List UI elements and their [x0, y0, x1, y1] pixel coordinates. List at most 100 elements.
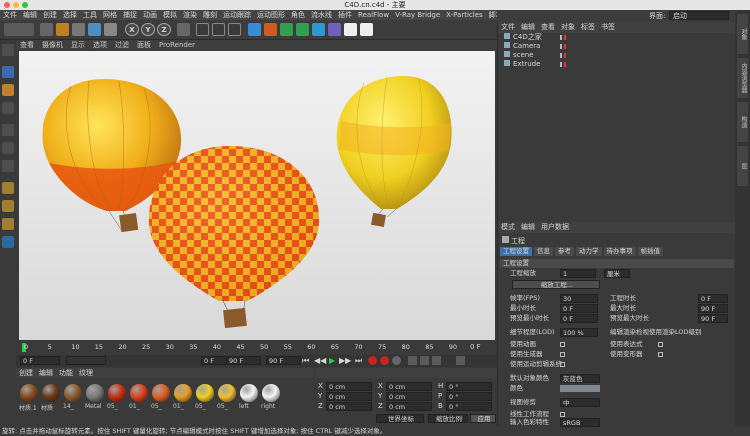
material-swatch[interactable] — [86, 384, 104, 402]
material-menu-item[interactable]: 编辑 — [36, 368, 56, 378]
workplane-icon[interactable] — [2, 102, 14, 114]
side-tab[interactable]: 内容浏览器 — [737, 58, 748, 98]
viewport-menu-item[interactable]: ProRender — [155, 40, 199, 50]
menu-item[interactable]: 工具 — [80, 10, 100, 20]
coord-value-field[interactable]: 0 cm — [326, 402, 372, 411]
attribute-tab[interactable]: 待办事项 — [603, 247, 636, 256]
max-time-field[interactable]: 90 F — [698, 304, 728, 313]
use-expressions-checkbox[interactable] — [658, 342, 663, 347]
lod-field[interactable]: 100 % — [560, 328, 598, 337]
minimize-window-icon[interactable] — [13, 2, 19, 8]
attribute-tab[interactable]: 信息 — [534, 247, 553, 256]
menu-item[interactable]: 模拟 — [160, 10, 180, 20]
scale-tool-icon[interactable] — [72, 23, 85, 36]
keyframe-selection-icon[interactable] — [392, 356, 401, 365]
timeline-ruler[interactable]: 0 F 0 5 10 15 20 25 30 35 40 45 50 55 60 65 70 75 80 85 90 — [16, 341, 497, 355]
move-tool-icon[interactable] — [56, 23, 69, 36]
make-editable-icon[interactable] — [2, 44, 14, 56]
coord-value-field[interactable]: 0 cm — [386, 382, 432, 391]
floor-object-icon[interactable] — [328, 23, 341, 36]
object-menu-item[interactable]: 查看 — [538, 22, 558, 33]
preview-end-field[interactable]: 90 F — [266, 356, 301, 365]
rotation-key-icon[interactable] — [420, 356, 429, 365]
light-object-icon[interactable] — [360, 23, 373, 36]
scale-key-icon[interactable] — [432, 356, 441, 365]
use-deformers-checkbox[interactable] — [658, 352, 663, 357]
visibility-dots-icon[interactable] — [560, 44, 566, 49]
use-generators-checkbox[interactable] — [560, 352, 565, 357]
coord-mode-select[interactable]: 世界坐标 — [376, 414, 424, 423]
object-menu-item[interactable]: 对象 — [558, 22, 578, 33]
use-motion-system-checkbox[interactable] — [560, 362, 565, 367]
fps-field[interactable]: 30 — [560, 294, 598, 303]
viewport-menu-item[interactable]: 查看 — [16, 40, 38, 50]
view-clip-select[interactable]: 中 — [560, 398, 600, 407]
coord-apply-button[interactable]: 应用 — [470, 414, 496, 423]
bend-deformer-icon[interactable] — [312, 23, 325, 36]
y-axis-button[interactable]: Y — [141, 23, 155, 36]
side-tab[interactable]: 对象 — [737, 14, 748, 54]
material-swatch[interactable] — [240, 384, 258, 402]
visibility-dots-icon[interactable] — [560, 35, 566, 40]
viewport-menu-item[interactable]: 过滤 — [111, 40, 133, 50]
cube-object-icon[interactable] — [248, 23, 261, 36]
attribute-menu-item[interactable]: 模式 — [498, 222, 518, 233]
undo-redo-icon[interactable] — [4, 23, 34, 36]
menu-item[interactable]: 选择 — [60, 10, 80, 20]
object-menu-item[interactable]: 文件 — [498, 22, 518, 33]
next-key-icon[interactable]: ▶▶ — [339, 356, 351, 365]
close-window-icon[interactable] — [4, 2, 10, 8]
rotate-tool-icon[interactable] — [88, 23, 101, 36]
menu-item[interactable]: X-Particles — [443, 10, 485, 20]
coord-scale-select[interactable]: 缩放比例 — [428, 414, 468, 423]
attribute-menu-item[interactable]: 编辑 — [518, 222, 538, 233]
viewport-menu-item[interactable]: 摄像机 — [38, 40, 67, 50]
object-menu-item[interactable]: 标签 — [578, 22, 598, 33]
end-frame-field[interactable]: 90 F — [226, 356, 261, 365]
record-icon[interactable] — [368, 356, 377, 365]
attribute-tab[interactable]: 参考 — [555, 247, 574, 256]
use-animation-checkbox[interactable] — [560, 342, 565, 347]
material-swatch[interactable] — [20, 384, 38, 402]
zoom-window-icon[interactable] — [22, 2, 28, 8]
material-menu-item[interactable]: 纹理 — [76, 368, 96, 378]
current-frame-field[interactable]: 0 F — [20, 356, 60, 365]
texture-mode-icon[interactable] — [2, 84, 14, 96]
render-settings-icon[interactable] — [228, 23, 241, 36]
material-swatch[interactable] — [42, 384, 60, 402]
min-time-field[interactable]: 0 F — [560, 304, 598, 313]
visibility-dots-icon[interactable] — [560, 62, 566, 67]
polygons-mode-icon[interactable] — [2, 160, 14, 172]
input-color-select[interactable]: sRGB — [560, 418, 600, 427]
menu-item[interactable]: V-Ray Bridge — [392, 10, 443, 20]
viewport-menu-item[interactable]: 面板 — [133, 40, 155, 50]
coord-value-field[interactable]: 0 ° — [446, 382, 492, 391]
recent-tool-icon[interactable] — [104, 23, 117, 36]
go-end-icon[interactable]: ⏭ — [355, 356, 362, 366]
menu-item[interactable]: 渲染 — [180, 10, 200, 20]
project-scale-field[interactable]: 1 — [560, 269, 596, 278]
coord-value-field[interactable]: 0 cm — [326, 392, 372, 401]
material-swatch[interactable] — [130, 384, 148, 402]
model-mode-icon[interactable] — [2, 66, 14, 78]
linear-workflow-checkbox[interactable] — [560, 412, 565, 417]
material-swatch[interactable] — [196, 384, 214, 402]
material-swatch[interactable] — [152, 384, 170, 402]
menu-item[interactable]: 文件 — [0, 10, 20, 20]
attribute-tab[interactable]: 工程设置 — [500, 247, 532, 256]
object-row[interactable]: Camera — [498, 42, 735, 51]
menu-item[interactable]: 插件 — [335, 10, 355, 20]
x-axis-button[interactable]: X — [125, 23, 139, 36]
scale-project-button[interactable]: 缩放工程... — [512, 280, 600, 289]
menu-item[interactable]: 捕捉 — [120, 10, 140, 20]
object-menu-item[interactable]: 书签 — [598, 22, 618, 33]
object-row[interactable]: scene — [498, 51, 735, 60]
timeline-window-icon[interactable] — [456, 356, 465, 365]
attribute-menu-item[interactable]: 用户数据 — [538, 222, 572, 233]
material-swatch[interactable] — [64, 384, 82, 402]
coord-value-field[interactable]: 0 cm — [386, 402, 432, 411]
side-tab[interactable]: 层 — [737, 146, 748, 186]
viewport-menu-item[interactable]: 显示 — [67, 40, 89, 50]
material-menu-item[interactable]: 创建 — [16, 368, 36, 378]
material-menu-item[interactable]: 功能 — [56, 368, 76, 378]
